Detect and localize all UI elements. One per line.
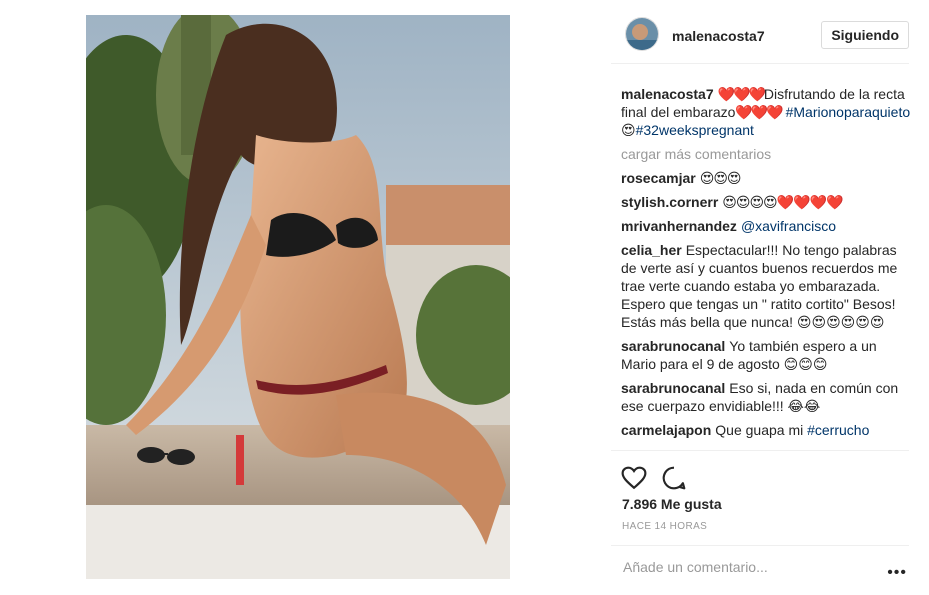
caption-hashtag-2[interactable]: #32weekspregnant xyxy=(636,122,754,138)
comment-text: 😍😍😍😍❤️❤️❤️❤️ xyxy=(722,194,843,210)
comment-username[interactable]: sarabrunocanal xyxy=(621,338,725,354)
comment-text: 😍😍😍 xyxy=(699,170,742,186)
caption: malenacosta7 ❤️❤️❤️Disfrutando de la rect… xyxy=(621,85,911,139)
comment-mention[interactable]: #cerrucho xyxy=(807,422,869,438)
comment-item: sarabrunocanal Yo también espero a un Mar… xyxy=(621,337,911,373)
caption-hearts-1: ❤️❤️❤️ xyxy=(717,86,766,102)
add-comment-input[interactable] xyxy=(621,558,875,576)
post-image xyxy=(86,15,510,579)
comment-username[interactable]: rosecamjar xyxy=(621,170,696,186)
header-username[interactable]: malenacosta7 xyxy=(672,28,765,44)
comment-item: carmelajapon Que guapa mi #cerrucho xyxy=(621,421,911,439)
heart-outline-icon[interactable] xyxy=(621,465,647,491)
caption-emoji: 😍 xyxy=(621,122,636,138)
comment-username[interactable]: mrivanhernandez xyxy=(621,218,737,234)
comment-username[interactable]: celia_her xyxy=(621,242,682,258)
likes-count[interactable]: 7.896 Me gusta xyxy=(622,496,722,512)
following-button[interactable]: Siguiendo xyxy=(821,21,909,49)
comment-username[interactable]: sarabrunocanal xyxy=(621,380,725,396)
avatar-image xyxy=(626,18,658,50)
post-timestamp[interactable]: HACE 14 HORAS xyxy=(622,521,707,532)
heart-outline-icon-graphic xyxy=(621,466,647,490)
post-photo[interactable] xyxy=(86,15,510,579)
post-header: malenacosta7 Siguiendo xyxy=(611,15,909,64)
comment-item: stylish.cornerr 😍😍😍😍❤️❤️❤️❤️ xyxy=(621,193,911,211)
more-options-icon[interactable]: ••• xyxy=(887,564,907,582)
avatar[interactable] xyxy=(625,17,659,51)
comment-username[interactable]: carmelajapon xyxy=(621,422,711,438)
comment-username[interactable]: stylish.cornerr xyxy=(621,194,718,210)
comment-mention[interactable]: @xavifrancisco xyxy=(741,218,836,234)
comment-item: celia_her Espectacular!!! No tengo palabr… xyxy=(621,241,911,331)
comment-item: mrivanhernandez @xavifrancisco xyxy=(621,217,911,235)
caption-username[interactable]: malenacosta7 xyxy=(621,86,714,102)
post-actions xyxy=(611,450,909,491)
caption-hashtag-1[interactable]: #Marionoparaquieto xyxy=(786,104,911,120)
add-comment-section: ••• xyxy=(611,545,909,586)
comment-item: rosecamjar 😍😍😍 xyxy=(621,169,911,187)
comment-item: sarabrunocanal Eso si, nada en común con … xyxy=(621,379,911,415)
post-sidebar: malenacosta7 Siguiendo malenacosta7 ❤️❤️❤… xyxy=(611,15,911,586)
speech-bubble-icon[interactable] xyxy=(661,465,687,491)
caption-hearts-2: ❤️❤️❤️ xyxy=(735,104,783,120)
load-more-comments[interactable]: cargar más comentarios xyxy=(621,145,911,163)
speech-bubble-icon-graphic xyxy=(662,466,686,490)
comment-text: Que guapa mi xyxy=(715,422,804,438)
comments-list[interactable]: malenacosta7 ❤️❤️❤️Disfrutando de la rect… xyxy=(621,85,911,450)
